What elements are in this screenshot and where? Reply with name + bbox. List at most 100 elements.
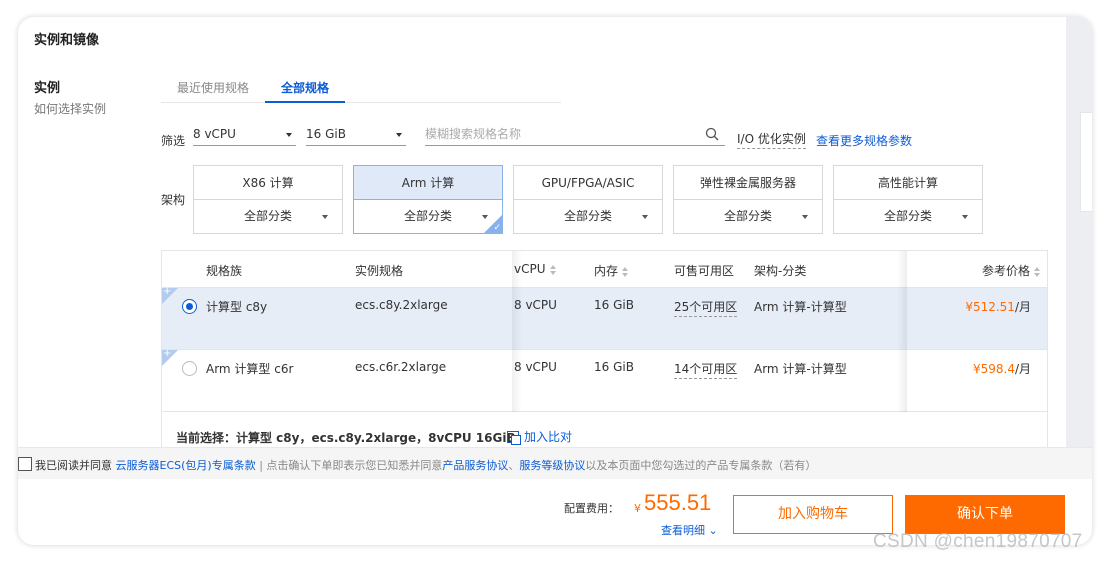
cell-family: 计算型 c8y xyxy=(206,300,268,314)
arch-category-value: 全部分类 xyxy=(403,209,452,223)
sort-icon[interactable] xyxy=(1034,266,1041,277)
agree-checkbox[interactable] xyxy=(18,457,32,471)
arch-name: X86 计算 xyxy=(194,166,342,200)
chevron-down-icon: ⌄ xyxy=(708,524,718,537)
arch-category-select[interactable]: 全部分类 xyxy=(674,200,822,233)
arch-card-x86[interactable]: X86 计算 全部分类 xyxy=(193,165,343,234)
fixed-column-shadow xyxy=(512,251,522,412)
current-selection: 当前选择：计算型 c8y，ecs.c8y.2xlarge，8vCPU 16GiB xyxy=(176,431,516,445)
sort-icon[interactable] xyxy=(622,266,629,277)
scrollbar-track[interactable] xyxy=(1066,17,1092,447)
header-spec: 实例规格 xyxy=(355,264,404,278)
fixed-column-shadow xyxy=(897,251,907,412)
arch-category-select[interactable]: 全部分类 xyxy=(194,200,342,233)
cell-memory: 16 GiB xyxy=(594,360,634,374)
compare-icon xyxy=(507,431,521,445)
search-icon[interactable] xyxy=(705,127,719,144)
cell-zones[interactable]: 14个可用区 xyxy=(674,360,738,379)
vcpu-select[interactable]: 8 vCPU xyxy=(193,124,296,146)
arch-card-gpu[interactable]: GPU/FPGA/ASIC 全部分类 xyxy=(513,165,663,234)
table-row[interactable]: + Arm 计算型 c6r ecs.c6r.2xlarge 8 vCPU 16 … xyxy=(162,348,1047,412)
cell-price: ¥512.51/月 xyxy=(965,298,1031,315)
instance-config-panel: 实例和镜像 实例 如何选择实例 最近使用规格 全部规格 筛选 8 vCPU 16… xyxy=(18,17,1092,545)
cell-price: ¥598.4/月 xyxy=(973,360,1031,377)
arch-category-value: 全部分类 xyxy=(563,209,612,223)
price-unit: /月 xyxy=(1014,362,1031,376)
agree-comma: 、 xyxy=(508,459,520,472)
agree-note: 点击确认下单即表示您已知悉并同意 xyxy=(266,459,443,472)
watermark: CSDN @chen19870707 xyxy=(873,531,1083,552)
scrollbar-thumb[interactable] xyxy=(1080,112,1092,212)
arch-category-select[interactable]: 全部分类 xyxy=(354,200,502,233)
cell-spec: ecs.c6r.2xlarge xyxy=(355,360,447,374)
arch-label: 架构 xyxy=(161,193,186,207)
fee-amount: 555.51 xyxy=(644,490,712,515)
caret-down-icon xyxy=(642,215,648,219)
arch-category-select[interactable]: 全部分类 xyxy=(514,200,662,233)
ecs-terms-link[interactable]: 云服务器ECS(包月)专属条款 xyxy=(116,459,256,472)
table-row[interactable]: + 计算型 c8y ecs.c8y.2xlarge 8 vCPU 16 GiB … xyxy=(162,286,1047,350)
more-spec-params-link[interactable]: 查看更多规格参数 xyxy=(816,132,912,149)
header-price-label: 参考价格 xyxy=(981,264,1030,278)
add-to-cart-button[interactable]: 加入购物车 xyxy=(733,495,893,534)
spec-table: 规格族 实例规格 vCPU 内存 可售可用区 架构-分类 参考价格 + 计算型 … xyxy=(161,250,1048,462)
filter-label: 筛选 xyxy=(161,134,186,148)
price-amount: 512.51 xyxy=(972,300,1015,314)
add-compare-label: 加入比对 xyxy=(524,430,573,444)
cell-arch: Arm 计算-计算型 xyxy=(754,362,847,376)
arch-category-value: 全部分类 xyxy=(723,209,772,223)
spec-tabs: 最近使用规格 全部规格 xyxy=(161,75,561,103)
active-tab-indicator xyxy=(265,101,345,103)
arch-card-arm[interactable]: Arm 计算 全部分类 ✓ xyxy=(353,165,503,234)
tab-recent-specs[interactable]: 最近使用规格 xyxy=(177,79,249,96)
sort-icon[interactable] xyxy=(549,264,557,275)
arch-name: GPU/FPGA/ASIC xyxy=(514,166,662,200)
arch-card-bare-metal[interactable]: 弹性裸金属服务器 全部分类 xyxy=(673,165,823,234)
service-agreement-link[interactable]: 产品服务协议 xyxy=(442,459,508,472)
arch-name: 高性能计算 xyxy=(834,166,982,200)
tab-all-specs[interactable]: 全部规格 xyxy=(281,79,329,96)
cell-zones[interactable]: 25个可用区 xyxy=(674,298,738,317)
add-compare-button[interactable]: 加入比对 xyxy=(507,428,572,445)
price-currency: ¥ xyxy=(965,300,973,314)
spec-search xyxy=(425,124,725,146)
instance-help-link[interactable]: 如何选择实例 xyxy=(34,100,106,117)
header-family: 规格族 xyxy=(206,264,243,278)
header-arch: 架构-分类 xyxy=(754,264,807,278)
agreement-text: 我已阅读并同意 云服务器ECS(包月)专属条款 | 点击确认下单即表示您已知悉并… xyxy=(35,457,816,473)
cell-family: Arm 计算型 c6r xyxy=(206,362,294,376)
plus-icon: + xyxy=(163,286,172,297)
arch-card-hpc[interactable]: 高性能计算 全部分类 xyxy=(833,165,983,234)
agreement-bar: 我已阅读并同意 云服务器ECS(包月)专属条款 | 点击确认下单即表示您已知悉并… xyxy=(18,447,1092,479)
agree-separator: | xyxy=(259,459,263,472)
arch-name: Arm 计算 xyxy=(354,166,502,200)
cell-arch: Arm 计算-计算型 xyxy=(754,300,847,314)
instance-label: 实例 xyxy=(34,81,61,96)
price-amount: 598.4 xyxy=(980,362,1015,376)
arch-category-value: 全部分类 xyxy=(883,209,932,223)
view-detail-label: 查看明细 xyxy=(661,524,705,537)
memory-select[interactable]: 16 GiB xyxy=(306,124,406,146)
fee-currency: ¥ xyxy=(634,502,641,515)
section-title: 实例和镜像 xyxy=(34,33,100,48)
arch-category-select[interactable]: 全部分类 xyxy=(834,200,982,233)
arch-category-value: 全部分类 xyxy=(243,209,292,223)
table-header: 规格族 实例规格 vCPU 内存 可售可用区 架构-分类 参考价格 xyxy=(162,251,1047,288)
row-radio[interactable] xyxy=(182,361,197,376)
spec-search-input[interactable] xyxy=(425,124,695,141)
view-detail-link[interactable]: 查看明细 ⌄ xyxy=(661,522,718,538)
io-optimized-option[interactable]: I/O 优化实例 xyxy=(737,130,806,149)
agree-prefix: 我已阅读并同意 xyxy=(35,459,112,472)
confirm-order-button[interactable]: 确认下单 xyxy=(905,495,1065,534)
header-price[interactable]: 参考价格 xyxy=(982,262,1041,279)
header-memory-label: 内存 xyxy=(594,264,619,278)
price-unit: /月 xyxy=(1014,300,1031,314)
plus-icon: + xyxy=(163,348,172,359)
check-icon: ✓ xyxy=(493,223,501,233)
row-radio[interactable] xyxy=(182,299,197,314)
caret-down-icon xyxy=(322,215,328,219)
fee-label: 配置费用： xyxy=(564,502,619,515)
sla-link[interactable]: 服务等级协议 xyxy=(519,459,585,472)
caret-down-icon xyxy=(802,215,808,219)
header-memory[interactable]: 内存 xyxy=(594,262,629,279)
